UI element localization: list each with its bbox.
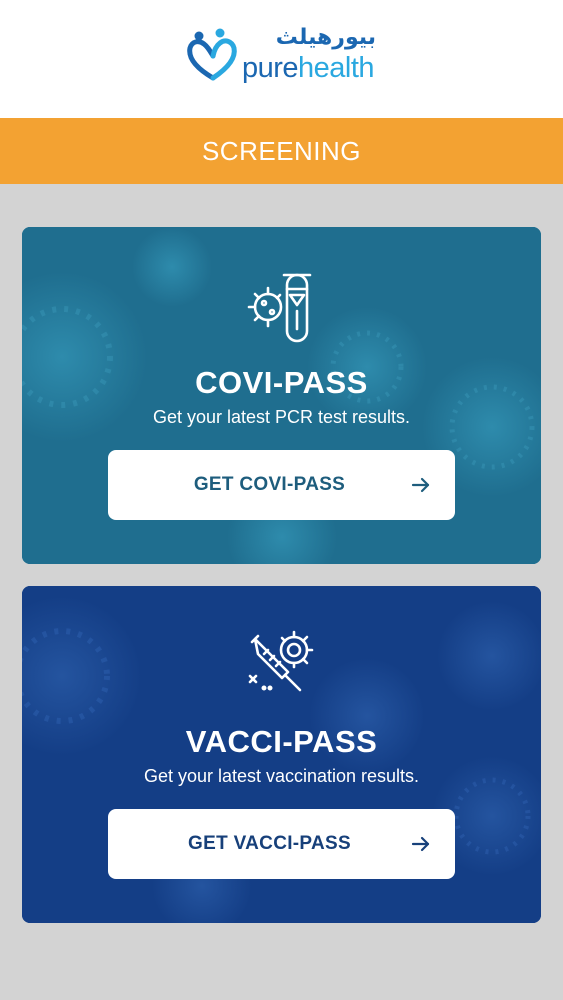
covi-pass-title: COVI-PASS bbox=[195, 365, 368, 400]
arrow-right-icon bbox=[411, 477, 430, 493]
covi-pass-card[interactable]: COVI-PASS Get your latest PCR test resul… bbox=[22, 227, 541, 564]
covi-pass-subtitle: Get your latest PCR test results. bbox=[152, 407, 411, 427]
get-vacci-pass-button[interactable]: GET VACCI-PASS bbox=[108, 809, 455, 879]
logo-wordmark-pure: pure bbox=[242, 52, 299, 84]
virus-test-tube-icon bbox=[247, 273, 312, 343]
logo-wordmark-health: health bbox=[298, 52, 375, 84]
vacci-pass-title: VACCI-PASS bbox=[185, 724, 378, 759]
heart-people-icon bbox=[187, 28, 237, 81]
vacci-pass-card[interactable]: VACCI-PASS Get your latest vaccination r… bbox=[22, 586, 541, 923]
vacci-pass-subtitle: Get your latest vaccination results. bbox=[143, 766, 420, 786]
page-title-bar: SCREENING bbox=[0, 118, 563, 184]
logo-arabic-text: بيورهيلث bbox=[275, 25, 376, 50]
logo-wordmark: purehealth bbox=[242, 52, 375, 84]
page-title: SCREENING bbox=[201, 135, 362, 166]
get-vacci-pass-label: GET VACCI-PASS bbox=[188, 833, 351, 854]
get-covi-pass-label: GET COVI-PASS bbox=[193, 474, 346, 495]
syringe-virus-icon bbox=[248, 630, 314, 692]
app-header: بيورهيلث purehealth bbox=[0, 0, 563, 118]
purehealth-logo: بيورهيلث purehealth bbox=[186, 26, 378, 86]
get-covi-pass-button[interactable]: GET COVI-PASS bbox=[108, 450, 455, 520]
arrow-right-icon bbox=[411, 836, 430, 852]
